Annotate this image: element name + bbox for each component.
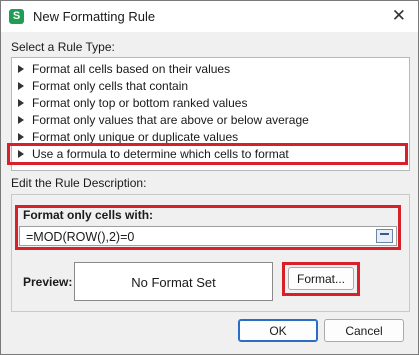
new-formatting-rule-dialog: S New Formatting Rule ✕ Select a Rule Ty… — [0, 0, 419, 355]
preview-label: Preview: — [23, 275, 73, 289]
ok-button[interactable]: OK — [238, 319, 318, 342]
rule-item-label: Format only cells that contain — [32, 79, 189, 93]
title-bar: S New Formatting Rule ✕ — [1, 1, 418, 32]
highlight-selected-rule — [7, 143, 408, 165]
highlight-formula — [15, 205, 401, 250]
rule-item-label: Format all cells based on their values — [32, 62, 231, 76]
triangle-right-icon — [18, 115, 24, 124]
cancel-button[interactable]: Cancel — [324, 319, 404, 342]
rule-item-above-below-average[interactable]: Format only values that are above or bel… — [18, 112, 403, 129]
triangle-right-icon — [18, 81, 24, 90]
rule-item-cells-that-contain[interactable]: Format only cells that contain — [18, 78, 403, 95]
dialog-title: New Formatting Rule — [33, 9, 156, 24]
rule-type-heading: Select a Rule Type: — [11, 40, 115, 54]
highlight-format-button — [282, 262, 360, 296]
format-preview: No Format Set — [74, 262, 273, 301]
rule-item-label: Format only top or bottom ranked values — [32, 96, 248, 110]
spreadsheet-app-icon: S — [9, 9, 24, 24]
rule-item-label: Format only values that are above or bel… — [32, 113, 309, 127]
rule-item-top-bottom[interactable]: Format only top or bottom ranked values — [18, 95, 403, 112]
triangle-right-icon — [18, 98, 24, 107]
rule-description-heading: Edit the Rule Description: — [11, 176, 147, 190]
triangle-right-icon — [18, 64, 24, 73]
rule-item-all-cells[interactable]: Format all cells based on their values — [18, 61, 403, 78]
triangle-right-icon — [18, 132, 24, 141]
rule-item-label: Format only unique or duplicate values — [32, 130, 239, 144]
close-icon[interactable]: ✕ — [392, 6, 406, 26]
